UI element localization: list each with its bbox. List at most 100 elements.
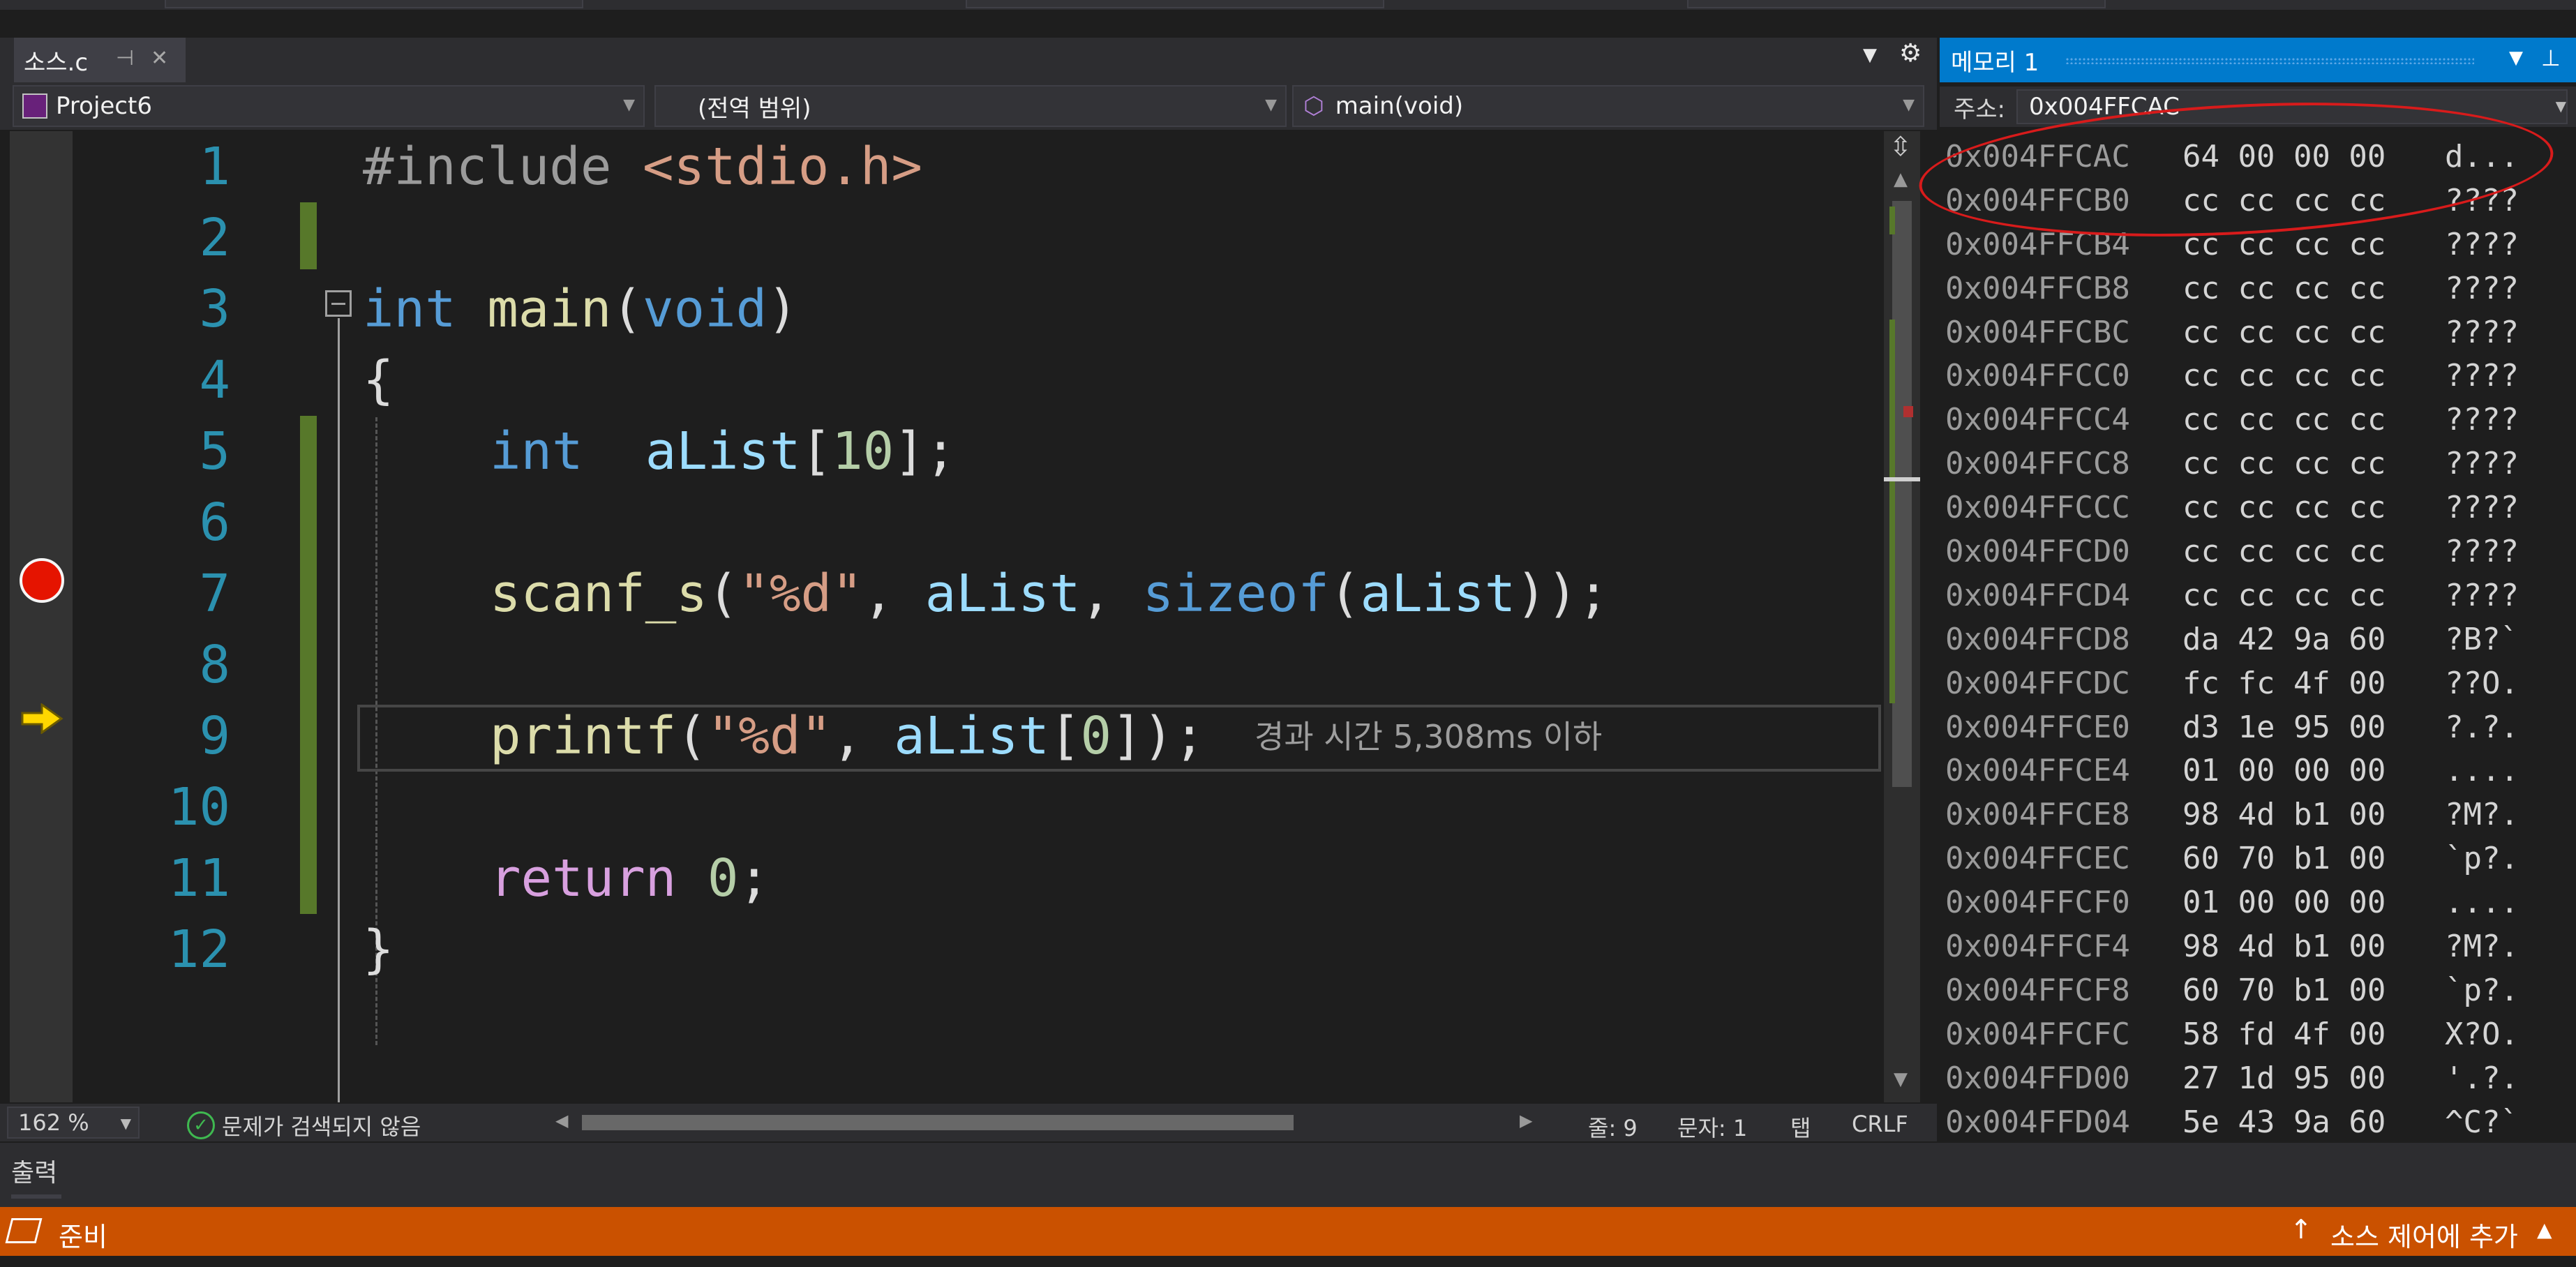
memory-window-title: 메모리 1 — [1951, 48, 2039, 77]
memory-row[interactable]: 0x004FFCBC cc cc cc cc???? — [1945, 311, 2519, 355]
memory-row[interactable]: 0x004FFCF0 01 00 00 00.... — [1945, 881, 2519, 925]
scroll-up-icon[interactable]: ▲ — [1894, 169, 1908, 190]
memory-row[interactable]: 0x004FFCE4 01 00 00 00.... — [1945, 749, 2519, 793]
outline-line — [338, 318, 340, 1102]
line-indicator[interactable]: 줄: 9 — [1588, 1111, 1638, 1143]
eol-indicator[interactable]: CRLF — [1852, 1111, 1908, 1137]
memory-row[interactable]: 0x004FFCB8 cc cc cc cc???? — [1945, 267, 2519, 311]
memory-rows[interactable]: 0x004FFCAC 64 00 00 00 d... 0x004FFCB0 cc cc… — [1945, 135, 2519, 1141]
memory-row[interactable]: 0x004FFCC8 cc cc cc cc???? — [1945, 442, 2519, 486]
change-map-marker — [1889, 320, 1895, 703]
memory-row[interactable]: 0x004FFCEC 60 70 b1 00 `p?. — [1945, 837, 2519, 881]
scrollbar-thumb[interactable] — [1892, 201, 1912, 787]
issues-indicator[interactable]: ✓ 문제가 검색되지 않음 — [187, 1109, 421, 1141]
glyph-margin[interactable] — [10, 131, 73, 1102]
memory-row[interactable]: 0x004FFCD8 da 42 9a 60 ?B?` — [1945, 618, 2519, 662]
close-icon[interactable]: ✕ — [151, 46, 168, 70]
current-statement-arrow-icon — [21, 703, 63, 734]
memory-hex-bytes: cc cc cc cc — [2182, 270, 2386, 306]
chevron-down-icon[interactable]: ▼ — [2556, 98, 2566, 114]
line-number: 11 — [167, 848, 230, 908]
memory-hex-bytes: cc cc cc cc — [2182, 577, 2386, 613]
char-indicator[interactable]: 문자: 1 — [1677, 1111, 1747, 1143]
tab-output[interactable]: 출력 — [11, 1153, 57, 1189]
memory-ascii: ???? — [2445, 402, 2519, 438]
memory-ascii: ???? — [2445, 226, 2519, 262]
line-number: 8 — [199, 635, 230, 695]
line-number: 4 — [199, 350, 230, 410]
memory-address: 0x004FFCB8 — [1945, 270, 2130, 306]
memory-row[interactable]: 0x004FFCF8 60 70 b1 00 `p?. — [1945, 969, 2519, 1013]
memory-ascii: ^C?` — [2445, 1104, 2519, 1140]
memory-hex-bytes: 27 1d 95 00 — [2182, 1060, 2386, 1096]
gear-icon[interactable]: ⚙ — [1899, 39, 1922, 68]
memory-address: 0x004FFCE8 — [1945, 797, 2130, 833]
memory-address: 0x004FFCD0 — [1945, 534, 2130, 570]
memory-row[interactable]: 0x004FFCD0 cc cc cc cc???? — [1945, 530, 2519, 574]
memory-ascii: ??O. — [2445, 665, 2519, 701]
memory-ascii: .... — [2445, 753, 2519, 789]
tab-underline — [11, 1194, 61, 1199]
code-line-9: printf("%d", aList[0]); — [490, 706, 1205, 766]
check-circle-icon: ✓ — [187, 1111, 215, 1139]
memory-row[interactable]: 0x004FFCE0 d3 1e 95 00?.?. — [1945, 706, 2519, 750]
memory-row[interactable]: 0x004FFD00 27 1d 95 00 '.?. — [1945, 1057, 2519, 1101]
window-bottom-edge — [0, 1256, 2576, 1267]
scroll-down-icon[interactable]: ▼ — [1894, 1069, 1908, 1090]
scroll-right-icon[interactable]: ▶ — [1520, 1111, 1532, 1130]
add-to-source-control-button[interactable]: 소스 제어에 추가 — [2330, 1215, 2518, 1254]
split-editor-icon[interactable]: ⇳ — [1889, 131, 1912, 162]
toolbar-combobox[interactable] — [966, 0, 1384, 8]
memory-row[interactable]: 0x004FFCFC 58 fd 4f 00 X?O. — [1945, 1013, 2519, 1057]
memory-hex-bytes: 60 70 b1 00 — [2182, 841, 2386, 877]
toolbar-combobox[interactable] — [165, 0, 583, 8]
editor-vertical-scrollbar[interactable]: ⇳ ▲ ▼ — [1884, 131, 1920, 1102]
project-icon — [22, 93, 47, 119]
memory-ascii: '.?. — [2445, 1060, 2519, 1096]
tab-title: 소스.c — [24, 48, 89, 77]
window-menu-dropdown-icon[interactable]: ▼ — [2509, 47, 2523, 68]
tab-source-file[interactable]: 소스.c ⊣ ✕ — [14, 38, 186, 82]
zoom-dropdown[interactable]: 162 % ▼ — [7, 1107, 140, 1139]
memory-address: 0x004FFCE4 — [1945, 753, 2130, 789]
memory-hex-bytes: 5e 43 9a 60 — [2182, 1104, 2386, 1140]
status-bar: 준비 ↑ 소스 제어에 추가 ▲ — [0, 1207, 2576, 1256]
line-number: 6 — [199, 493, 230, 553]
indent-indicator[interactable]: 탭 — [1790, 1111, 1811, 1143]
memory-address: 0x004FFCEC — [1945, 841, 2130, 877]
project-name: Project6 — [56, 92, 152, 120]
code-editor[interactable]: 1 2 3 4 5 6 7 8 9 10 11 12 #include <std… — [0, 131, 1898, 1102]
memory-ascii: X?O. — [2445, 1016, 2519, 1052]
memory-row[interactable]: 0x004FFCDC fc fc 4f 00 ??O. — [1945, 662, 2519, 706]
memory-row[interactable]: 0x004FFCCC cc cc cc cc???? — [1945, 486, 2519, 530]
memory-row[interactable]: 0x004FFCC4 cc cc cc cc???? — [1945, 398, 2519, 442]
memory-ascii: ???? — [2445, 446, 2519, 482]
scroll-left-icon[interactable]: ◀ — [555, 1111, 568, 1130]
function-dropdown[interactable]: ⬡ main(void) ▼ — [1292, 85, 1924, 127]
memory-row[interactable]: 0x004FFCF4 98 4d b1 00 ?M?. — [1945, 925, 2519, 969]
line-number: 5 — [199, 421, 230, 481]
memory-address: 0x004FFCD8 — [1945, 621, 2130, 657]
pin-icon[interactable]: ⊥ — [2541, 45, 2561, 71]
line-number: 3 — [199, 279, 230, 339]
memory-row[interactable]: 0x004FFCE8 98 4d b1 00 ?M?. — [1945, 793, 2519, 837]
horizontal-scrollbar-thumb[interactable] — [582, 1115, 1294, 1130]
tab-list-dropdown-icon[interactable]: ▼ — [1863, 45, 1877, 66]
collapse-toggle-icon[interactable] — [325, 290, 352, 317]
scope-dropdown[interactable]: (전역 범위) ▼ — [654, 85, 1287, 127]
memory-row[interactable]: 0x004FFCD4 cc cc cc cc???? — [1945, 574, 2519, 618]
arrow-up-icon[interactable]: ↑ — [2290, 1214, 2312, 1245]
breakpoint-icon[interactable] — [20, 558, 64, 603]
memory-row[interactable]: 0x004FFCC0 cc cc cc cc???? — [1945, 354, 2519, 398]
pin-icon[interactable]: ⊣ — [116, 46, 134, 70]
memory-address: 0x004FFCF8 — [1945, 972, 2130, 1008]
function-name: main(void) — [1335, 92, 1464, 120]
project-dropdown[interactable]: Project6 ▼ — [13, 85, 645, 127]
chevron-down-icon: ▼ — [1903, 96, 1915, 114]
memory-window-titlebar[interactable]: 메모리 1 ▼ ⊥ — [1940, 38, 2576, 82]
toolbar-combobox[interactable] — [1687, 0, 2106, 8]
memory-ascii: `p?. — [2445, 972, 2519, 1008]
chevron-up-icon[interactable]: ▲ — [2537, 1218, 2552, 1241]
memory-address: 0x004FFCD4 — [1945, 577, 2130, 613]
memory-row[interactable]: 0x004FFD04 5e 43 9a 60 ^C?` — [1945, 1101, 2519, 1141]
